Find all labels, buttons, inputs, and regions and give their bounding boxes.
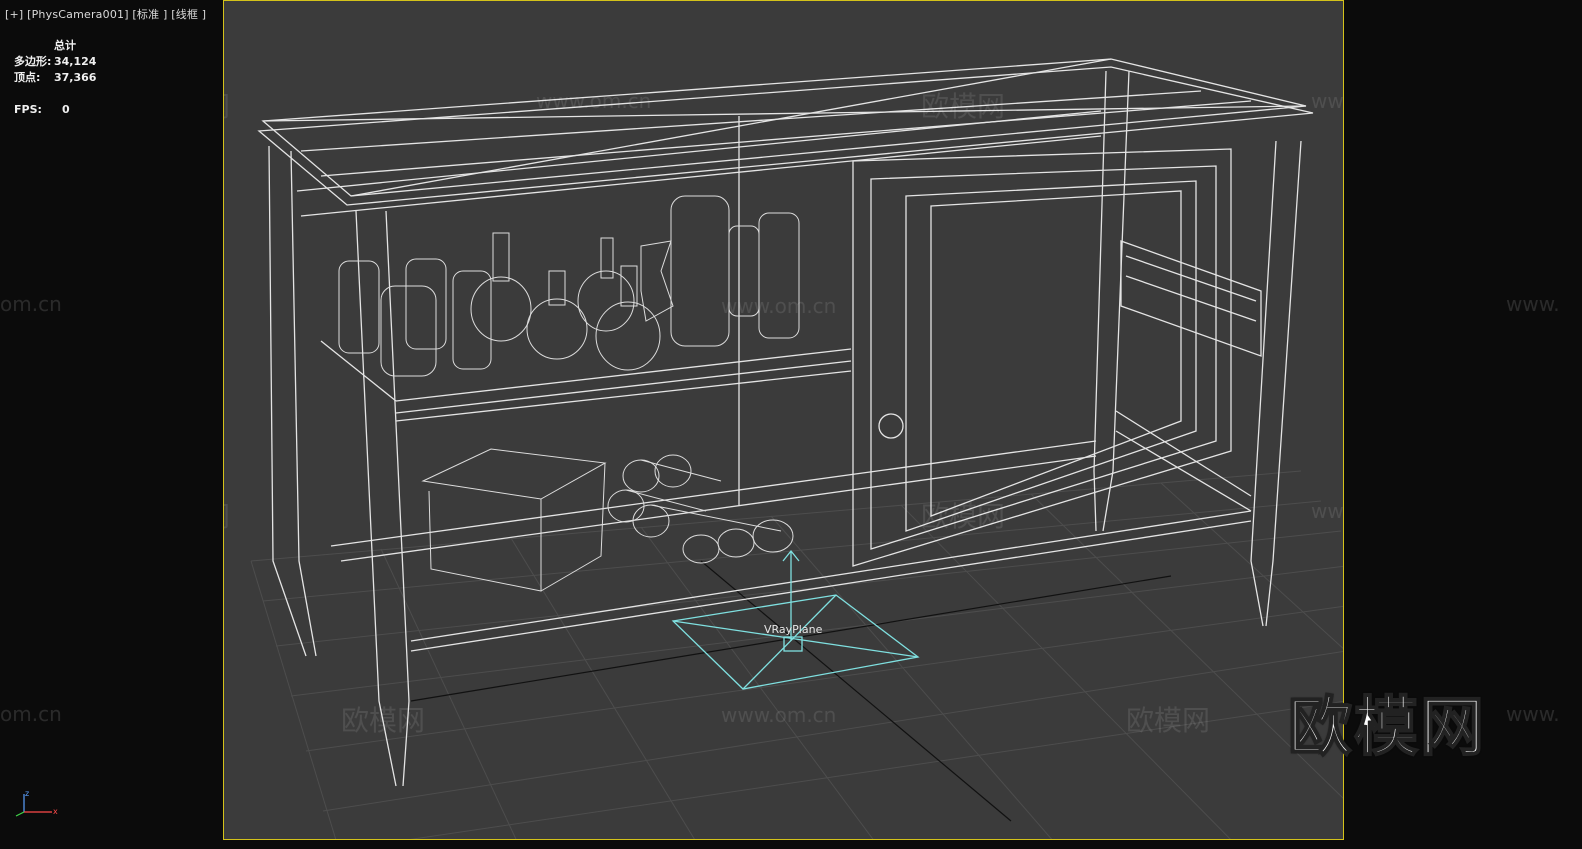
- axis-tripod-icon: z x: [15, 789, 58, 817]
- vertices-label: 顶点:: [14, 71, 41, 84]
- viewport-shading-menu[interactable]: [标准 ]: [132, 8, 167, 21]
- vray-plane-label[interactable]: VRayPlane: [764, 623, 822, 636]
- wireframe-scene: [250, 58, 1343, 839]
- watermark-url-right-2: www.: [1506, 702, 1560, 726]
- viewport-menu-plus[interactable]: [+]: [5, 8, 23, 21]
- statistics-panel: 总计 多边形: 34,124 顶点: 37,366 FPS: 0: [14, 38, 96, 118]
- scene-layer: 欧模网 www.om.cn 欧模网 www.om.cn www.om.cn 欧模…: [224, 1, 1343, 839]
- stats-fps-row: FPS: 0: [14, 102, 96, 118]
- viewport-label: [+] [PhysCamera001] [标准 ] [线框 ]: [5, 6, 206, 22]
- ground-grid: [250, 470, 1343, 839]
- axis-x-label: x: [53, 807, 58, 816]
- viewport-camera-menu[interactable]: [PhysCamera001]: [27, 8, 129, 21]
- watermark-url-left-1: om.cn: [0, 292, 62, 316]
- 3d-viewport[interactable]: 欧模网 www.om.cn 欧模网 www.om.cn www.om.cn 欧模…: [223, 0, 1344, 840]
- fps-label: FPS:: [14, 103, 42, 116]
- vertices-value: 37,366: [54, 71, 97, 84]
- viewport-display-mode-menu[interactable]: [线框 ]: [171, 8, 206, 21]
- fps-value: 0: [62, 103, 70, 116]
- table-wireframe: [257, 58, 1314, 787]
- polygons-value: 34,124: [54, 55, 97, 68]
- brand-watermark-large: 欧模网: [1287, 690, 1486, 766]
- stats-vertices-row: 顶点: 37,366: [14, 70, 96, 86]
- watermark-url-left-2: om.cn: [0, 702, 62, 726]
- watermark-url-right-1: www.: [1506, 292, 1560, 316]
- stats-polygons-row: 多边形: 34,124: [14, 54, 96, 70]
- axis-z-label: z: [25, 789, 29, 798]
- polygons-label: 多边形:: [14, 55, 52, 68]
- axis-gizmo: z x: [12, 788, 62, 826]
- stats-header: 总计: [54, 39, 76, 52]
